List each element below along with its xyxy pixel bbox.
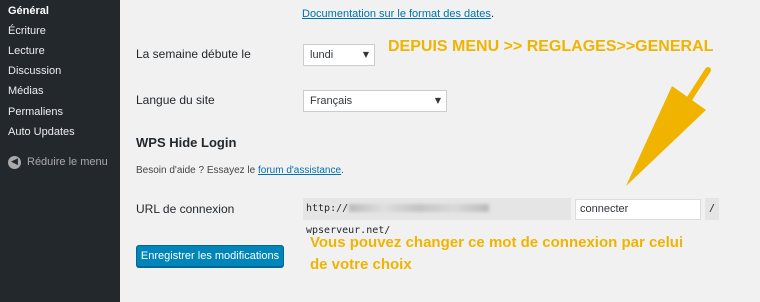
site-language-label: Langue du site: [136, 93, 215, 107]
admin-sidebar: Général Écriture Lecture Discussion Médi…: [0, 0, 120, 302]
login-url-label: URL de connexion: [136, 202, 235, 216]
sidebar-item-lecture[interactable]: Lecture: [0, 41, 120, 61]
annotation-arrow-icon: [626, 67, 711, 186]
wps-help-suffix: .: [341, 165, 344, 176]
sidebar-item-permaliens[interactable]: Permaliens: [0, 102, 120, 122]
annotation-instruction-line1: Vous pouvez changer ce mot de connexion …: [310, 234, 684, 251]
login-slug-value: connecter: [580, 203, 629, 215]
week-start-label: La semaine débute le: [136, 47, 251, 61]
annotation-instruction-line2: de votre choix: [310, 256, 412, 273]
date-format-doc: Documentation sur le format des dates.: [302, 8, 494, 20]
week-start-select[interactable]: lundi ▼: [303, 44, 375, 66]
support-forum-link[interactable]: forum d'assistance: [258, 165, 341, 176]
collapse-menu-label: Réduire le menu: [27, 156, 108, 168]
arrow-left-circle-icon: ◀: [8, 155, 21, 169]
sidebar-item-auto-updates[interactable]: Auto Updates: [0, 122, 120, 142]
sidebar-item-general[interactable]: Général: [0, 1, 120, 21]
login-url-prefix-start: http://: [306, 203, 349, 214]
login-url-suffix: /: [705, 198, 719, 220]
settings-content: Documentation sur le format des dates. L…: [120, 0, 760, 302]
sidebar-item-discussion[interactable]: Discussion: [0, 61, 120, 81]
redacted-domain: [349, 204, 490, 212]
login-slug-input[interactable]: connecter: [575, 199, 701, 220]
site-language-value: Français: [310, 95, 353, 107]
chevron-down-icon: ▼: [362, 50, 369, 59]
week-start-value: lundi: [310, 49, 334, 61]
login-url-prefix: http://wpserveur.net/: [303, 198, 571, 236]
date-format-doc-link[interactable]: Documentation sur le format des dates: [302, 8, 491, 20]
save-changes-button[interactable]: Enregistrer les modifications: [136, 245, 284, 267]
sidebar-item-medias[interactable]: Médias: [0, 81, 120, 101]
chevron-down-icon: ▼: [434, 96, 441, 105]
site-language-select[interactable]: Français ▼: [303, 90, 447, 112]
annotation-instruction: Vous pouvez changer ce mot de connexion …: [310, 232, 683, 276]
collapse-menu-button[interactable]: ◀ Réduire le menu: [0, 152, 120, 172]
wps-help-prefix: Besoin d'aide ? Essayez le: [136, 165, 258, 176]
wps-help-text: Besoin d'aide ? Essayez le forum d'assis…: [136, 165, 344, 176]
date-format-doc-suffix: .: [490, 8, 494, 20]
wps-hide-login-title: WPS Hide Login: [136, 135, 237, 150]
annotation-menu-path: DEPUIS MENU >> REGLAGES>>GENERAL: [388, 38, 714, 55]
sidebar-item-ecriture[interactable]: Écriture: [0, 21, 120, 41]
